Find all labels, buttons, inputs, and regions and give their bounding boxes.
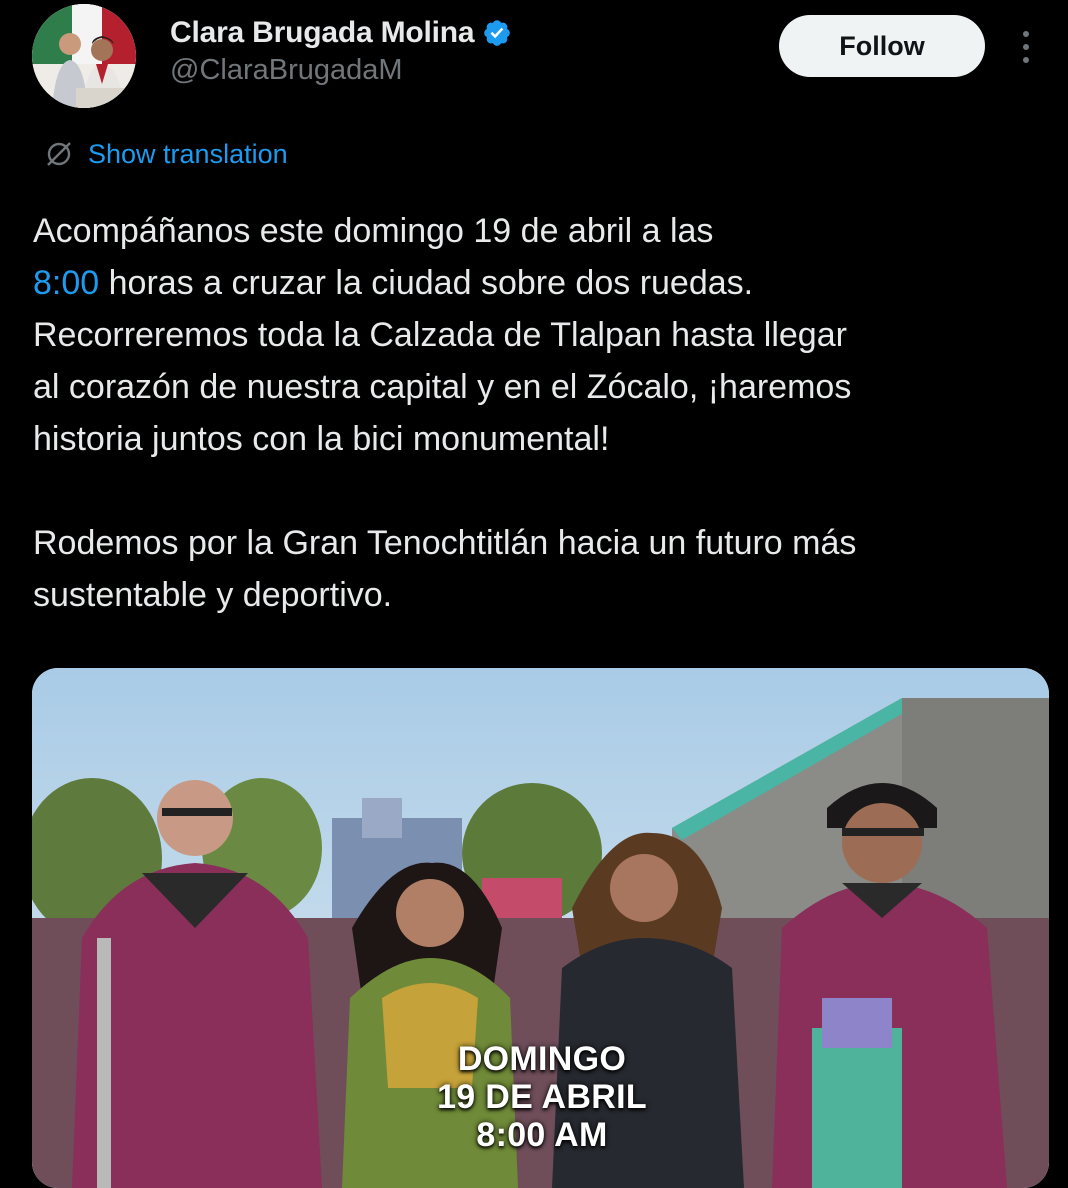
more-vertical-icon[interactable]	[1012, 28, 1040, 66]
video-overlay-caption: DOMINGO 19 DE ABRIL 8:00 AM	[312, 1040, 772, 1154]
overlay-line: 19 DE ABRIL	[437, 1078, 647, 1116]
follow-button[interactable]: Follow	[779, 15, 985, 77]
tweet-text: Acompáñanos este domingo 19 de abril a l…	[33, 205, 1043, 621]
author-name-row[interactable]: Clara Brugada Molina	[170, 14, 512, 52]
verified-badge-icon	[484, 20, 511, 46]
tweet-line: sustentable y deportivo.	[33, 576, 393, 614]
globe-icon	[47, 142, 71, 166]
display-name[interactable]: Clara Brugada Molina	[170, 16, 475, 50]
overlay-line: DOMINGO	[457, 1040, 627, 1078]
overlay-line: 8:00 AM	[476, 1116, 608, 1154]
media-video[interactable]: DOMINGO 19 DE ABRIL 8:00 AM	[32, 668, 1049, 1188]
author-handle[interactable]: @ClaraBrugadaM	[170, 54, 403, 87]
tweet-line: historia juntos con la bici monumental!	[33, 420, 610, 458]
avatar[interactable]	[32, 4, 136, 108]
tweet-line: Recorreremos toda la Calzada de Tlalpan …	[33, 316, 847, 354]
show-translation-link[interactable]: Show translation	[44, 136, 288, 172]
show-translation-label[interactable]: Show translation	[88, 139, 288, 170]
profile-photo	[32, 4, 136, 108]
tweet-line: Rodemos por la Gran Tenochtitlán hacia u…	[33, 524, 857, 562]
tweet-line: al corazón de nuestra capital y en el Zó…	[33, 368, 852, 406]
tweet-line-rest: horas a cruzar la ciudad sobre dos rueda…	[99, 264, 754, 302]
tweet-line: 8:00 horas a cruzar la ciudad sobre dos …	[33, 257, 1043, 309]
time-link[interactable]: 8:00	[33, 264, 99, 302]
tweet-line: Acompáñanos este domingo 19 de abril a l…	[33, 212, 714, 250]
